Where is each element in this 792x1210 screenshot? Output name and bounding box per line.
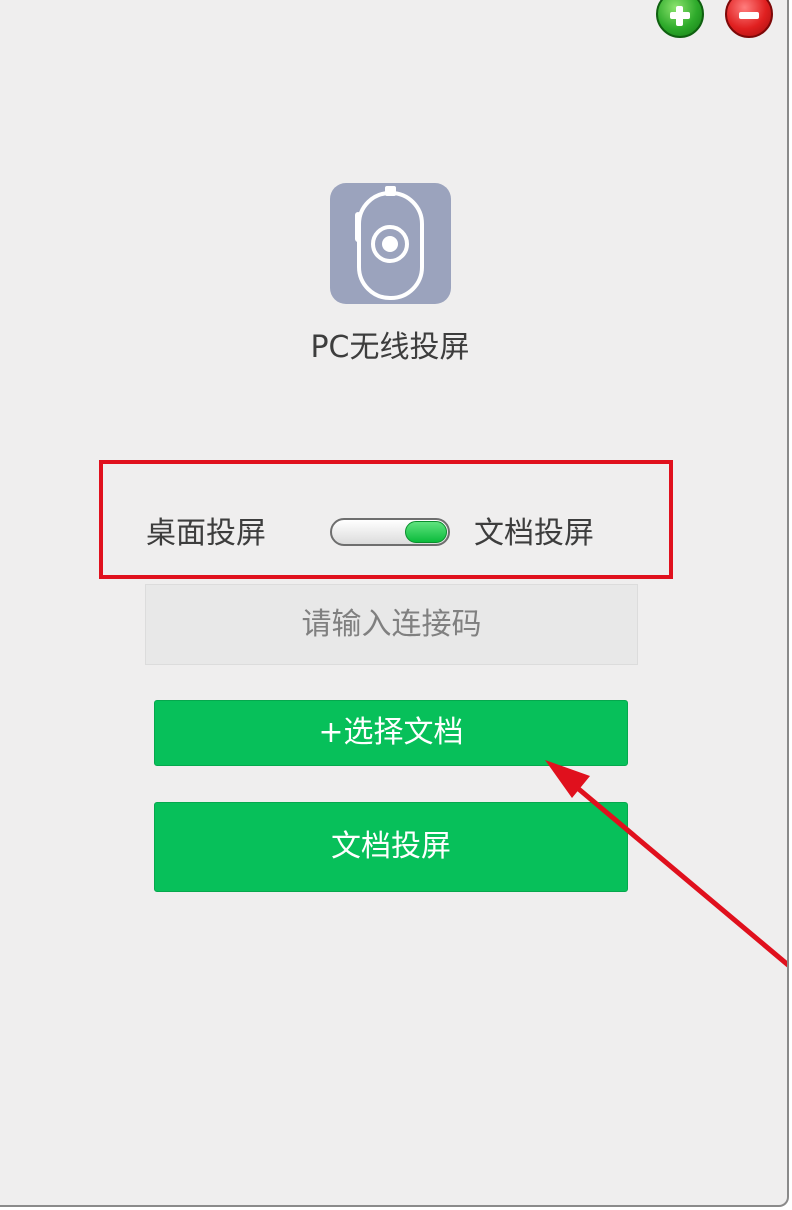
document-cast-button[interactable]: 文档投屏 — [154, 802, 628, 892]
remove-icon-bar — [739, 12, 759, 19]
select-document-button[interactable]: +选择文档 — [154, 700, 628, 766]
cast-mode-toggle[interactable] — [330, 518, 450, 546]
toggle-knob — [405, 521, 447, 543]
app-title: PC无线投屏 — [310, 330, 470, 365]
desktop-cast-label[interactable]: 桌面投屏 — [146, 514, 266, 554]
app-window: PC无线投屏 桌面投屏 文档投屏 +选择文档 文档投屏 — [0, 0, 789, 1207]
connection-code-input[interactable] — [145, 584, 638, 665]
add-icon-vertical — [676, 6, 683, 26]
projector-icon — [330, 183, 451, 304]
document-cast-label[interactable]: 文档投屏 — [474, 514, 594, 554]
add-icon[interactable] — [656, 0, 704, 38]
projector-icon-graphic — [355, 186, 424, 300]
remove-icon[interactable] — [725, 0, 773, 38]
